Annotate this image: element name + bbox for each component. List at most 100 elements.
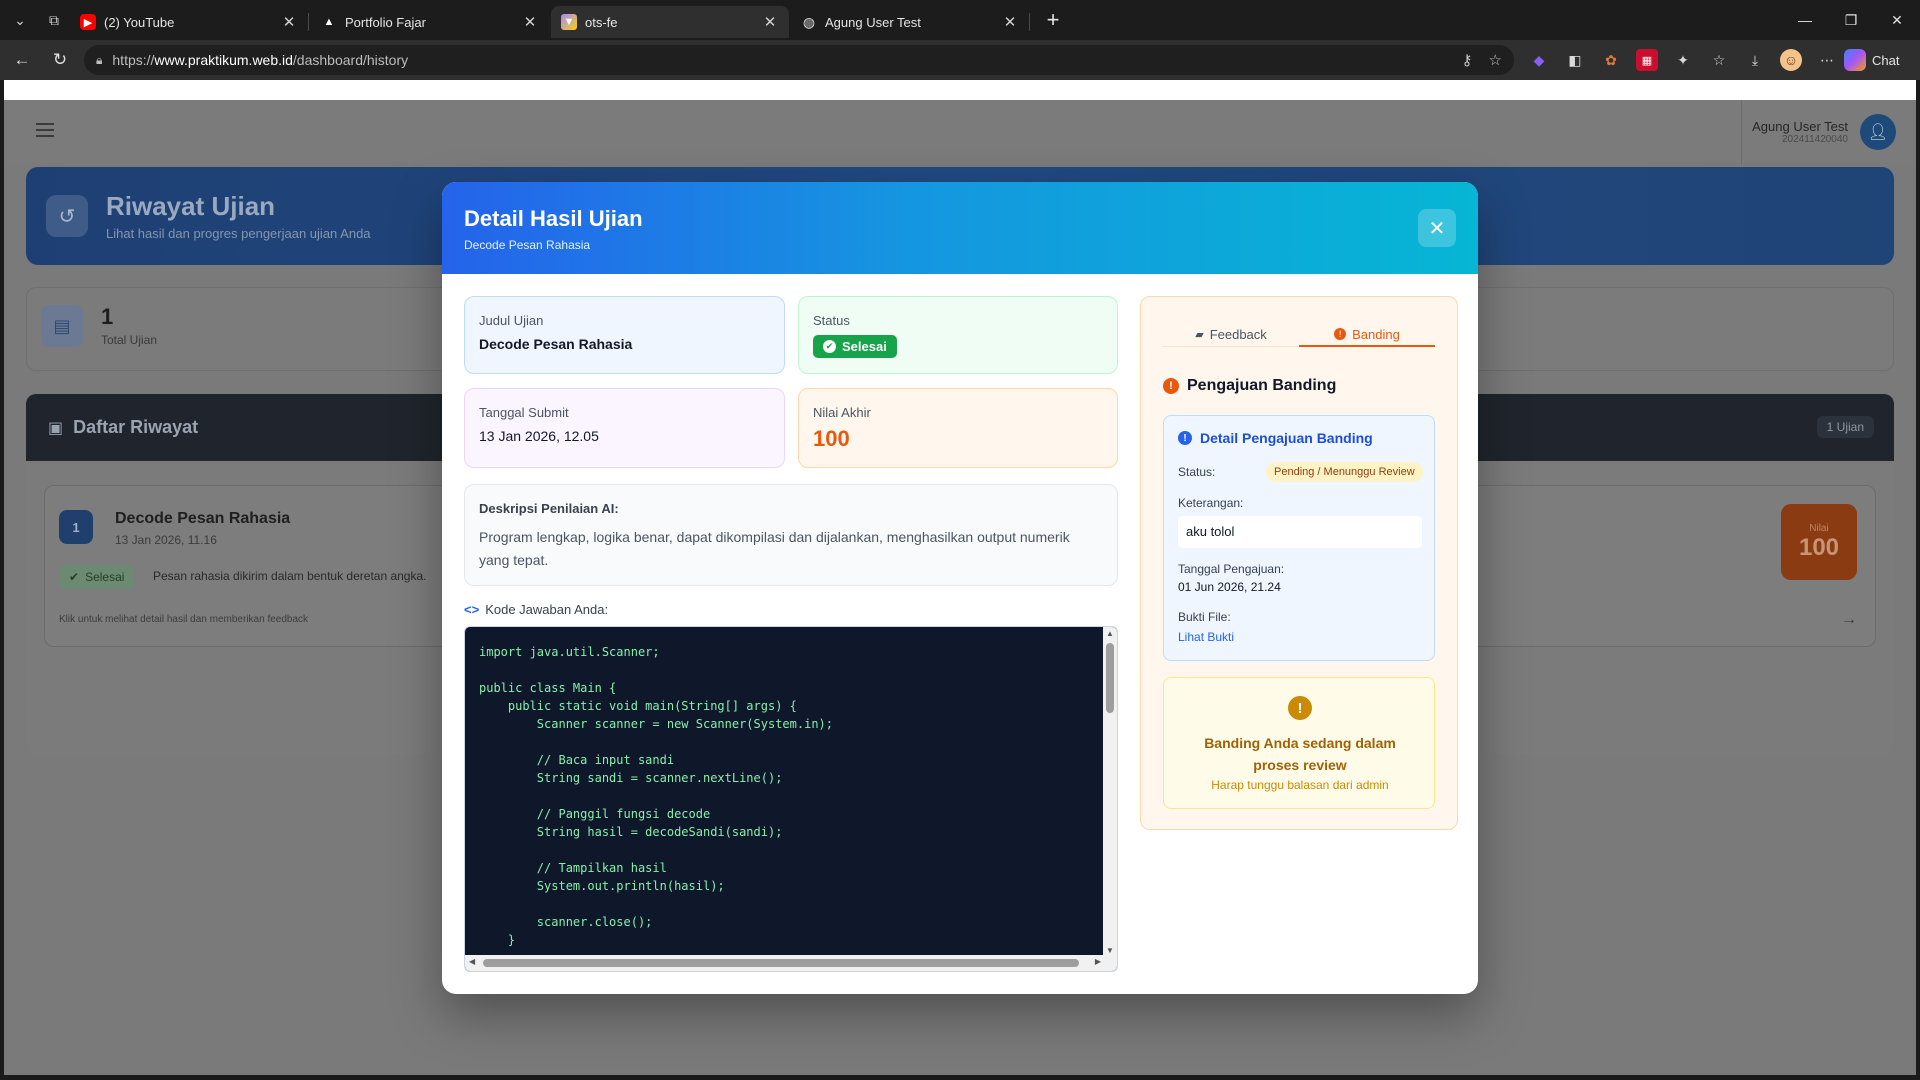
appeal-status-badge: Pending / Menunggu Review: [1266, 462, 1423, 482]
browser-tab-ots-fe[interactable]: ▼ ots-fe ✕: [551, 6, 789, 38]
tab-separator: [308, 13, 309, 31]
tab-title: Portfolio Fajar: [345, 14, 426, 30]
appeal-detail-title-text: Detail Pengajuan Banding: [1200, 430, 1373, 446]
warning-circle-icon: !: [1288, 696, 1312, 720]
code-content: import java.util.Scanner; public class M…: [479, 645, 834, 947]
final-score-box: Nilai Akhir 100: [798, 388, 1118, 468]
more-icon[interactable]: ⋯: [1816, 49, 1838, 71]
appeal-note-value: aku tolol: [1178, 516, 1422, 548]
code-icon: <>: [464, 602, 480, 617]
appeal-detail-title: ! Detail Pengajuan Banding: [1178, 430, 1373, 446]
globe-icon: ◍: [802, 13, 816, 30]
review-notice-subtitle: Harap tunggu balasan dari admin: [1211, 778, 1389, 792]
vertical-scroll-thumb[interactable]: [1106, 643, 1114, 713]
view-proof-link[interactable]: Lihat Bukti: [1178, 630, 1234, 644]
tab-actions-menu-button[interactable]: ⌄: [6, 6, 34, 34]
close-tab-icon[interactable]: ✕: [761, 13, 779, 31]
puzzle-icon[interactable]: ✦: [1672, 49, 1694, 71]
refresh-button[interactable]: ↻: [44, 44, 76, 76]
refresh-icon: ↻: [52, 50, 68, 69]
scroll-left-arrow-icon[interactable]: ◀: [469, 957, 475, 966]
code-viewer[interactable]: import java.util.Scanner; public class M…: [464, 626, 1118, 972]
item-date: 13 Jan 2026, 11.16: [115, 533, 217, 547]
close-window-icon[interactable]: ✕: [1874, 0, 1920, 40]
submit-date-label: Tanggal Submit: [479, 405, 569, 420]
profile-avatar-icon[interactable]: ☺: [1780, 49, 1802, 71]
key-icon[interactable]: ⚷: [1462, 51, 1473, 69]
user-id: 202411420040: [1782, 134, 1848, 145]
url-input[interactable]: 🔒︎ https://www.praktikum.web.id/dashboar…: [84, 45, 1514, 75]
browser-tab-agung[interactable]: ◍ Agung User Test ✕: [791, 6, 1029, 38]
tab-title: ots-fe: [585, 14, 618, 30]
message-icon: ▰: [1195, 329, 1204, 341]
browser-tab-youtube[interactable]: ▶ (2) YouTube ✕: [70, 6, 308, 38]
appeal-detail-box: ! Detail Pengajuan Banding Status: Pendi…: [1163, 415, 1435, 661]
appeal-file-label: Bukti File:: [1178, 610, 1231, 624]
exam-title-value: Decode Pesan Rahasia: [479, 336, 633, 352]
status-box: Status ✔ Selesai: [798, 296, 1118, 374]
app-header: Agung User Test 202411420040 👤︎: [4, 100, 1916, 164]
page-top-strip: [4, 80, 1916, 100]
scroll-up-arrow-icon[interactable]: ▲: [1106, 629, 1114, 638]
status-label: Status: [813, 313, 850, 328]
vertical-scrollbar[interactable]: ▲ ▼: [1103, 627, 1117, 957]
close-tab-icon[interactable]: ✕: [280, 13, 298, 31]
chat-label: Chat: [1872, 52, 1900, 68]
download-icon[interactable]: ⤓: [1744, 49, 1766, 71]
extensions-toolbar: ◆ ◧ ✿ ▦ ✦ ☆ ⤓ ☺ ⋯: [1528, 49, 1838, 71]
browser-tab-portfolio[interactable]: ▲ Portfolio Fajar ✕: [311, 6, 549, 38]
scroll-right-arrow-icon[interactable]: ▶: [1095, 957, 1101, 966]
vite-icon: ▼: [561, 14, 577, 30]
modal-close-button[interactable]: ✕: [1418, 209, 1456, 247]
ai-assessment-text: Program lengkap, logika benar, dapat dik…: [479, 529, 1070, 568]
user-menu[interactable]: Agung User Test 202411420040 👤︎: [1741, 100, 1896, 164]
triangle-icon: ▲: [323, 16, 335, 28]
item-status-badge: ✔ Selesai: [59, 565, 135, 589]
close-tab-icon[interactable]: ✕: [1001, 13, 1019, 31]
arrow-left-icon: ←: [13, 50, 31, 69]
cookie-icon[interactable]: ✿: [1600, 49, 1622, 71]
chevron-down-icon: ⌄: [14, 11, 26, 28]
status-badge: ✔ Selesai: [813, 335, 897, 358]
appeal-note-label: Keterangan:: [1178, 496, 1244, 510]
arrow-right-icon: →: [1841, 611, 1857, 628]
ai-assessment-label: Deskripsi Penilaian AI:: [479, 501, 619, 516]
appeal-panel: ▰ Feedback ! Banding ! Pengajuan Banding…: [1140, 296, 1458, 830]
new-tab-button[interactable]: +: [1038, 5, 1068, 35]
back-button[interactable]: ←: [6, 44, 38, 76]
check-circle-icon: ✔: [823, 340, 836, 353]
favorite-star-icon[interactable]: ☆: [1489, 51, 1502, 69]
extension-icon[interactable]: ◆: [1528, 49, 1550, 71]
item-title: Decode Pesan Rahasia: [115, 510, 291, 527]
hamburger-menu-icon[interactable]: [36, 123, 54, 137]
close-tab-icon[interactable]: ✕: [521, 13, 539, 31]
youtube-icon: ▶: [80, 14, 96, 30]
item-score-box: Nilai 100: [1781, 504, 1857, 580]
scroll-down-arrow-icon[interactable]: ▼: [1106, 946, 1114, 955]
horizontal-scrollbar[interactable]: ◀ ▶: [465, 955, 1117, 971]
tab-feedback-label: Feedback: [1209, 327, 1267, 342]
extension-red-icon[interactable]: ▦: [1636, 49, 1658, 71]
browser-tab-bar: ⌄ ⧉ ▶ (2) YouTube ✕ ▲ Portfolio Fajar ✕ …: [0, 0, 1920, 40]
reader-icon[interactable]: ◧: [1564, 49, 1586, 71]
restore-icon[interactable]: ❐: [1828, 0, 1874, 40]
horizontal-scroll-thumb[interactable]: [483, 959, 1079, 967]
info-circle-icon: !: [1178, 431, 1192, 445]
minimize-icon[interactable]: —: [1782, 0, 1828, 40]
code-section-label: <> Kode Jawaban Anda:: [464, 602, 608, 617]
submit-date-box: Tanggal Submit 13 Jan 2026, 12.05: [464, 388, 785, 468]
status-badge-text: Selesai: [842, 339, 887, 354]
workspaces-button[interactable]: ⧉: [40, 6, 68, 34]
modal-title: Detail Hasil Ujian: [464, 206, 643, 231]
exam-title-box: Judul Ujian Decode Pesan Rahasia: [464, 296, 785, 374]
copilot-chat-button[interactable]: Chat: [1844, 49, 1899, 71]
tab-banding[interactable]: ! Banding: [1299, 323, 1435, 347]
document-icon: ▤: [41, 305, 83, 347]
item-status-text: Selesai: [85, 570, 125, 584]
window-controls: — ❐ ✕: [1782, 0, 1920, 40]
history-count-badge: 1 Ujian: [1816, 416, 1874, 438]
favorites-icon[interactable]: ☆: [1708, 49, 1730, 71]
code-label-text: Kode Jawaban Anda:: [485, 602, 609, 617]
tab-feedback[interactable]: ▰ Feedback: [1163, 323, 1299, 346]
user-avatar-icon[interactable]: 👤︎: [1860, 114, 1896, 150]
